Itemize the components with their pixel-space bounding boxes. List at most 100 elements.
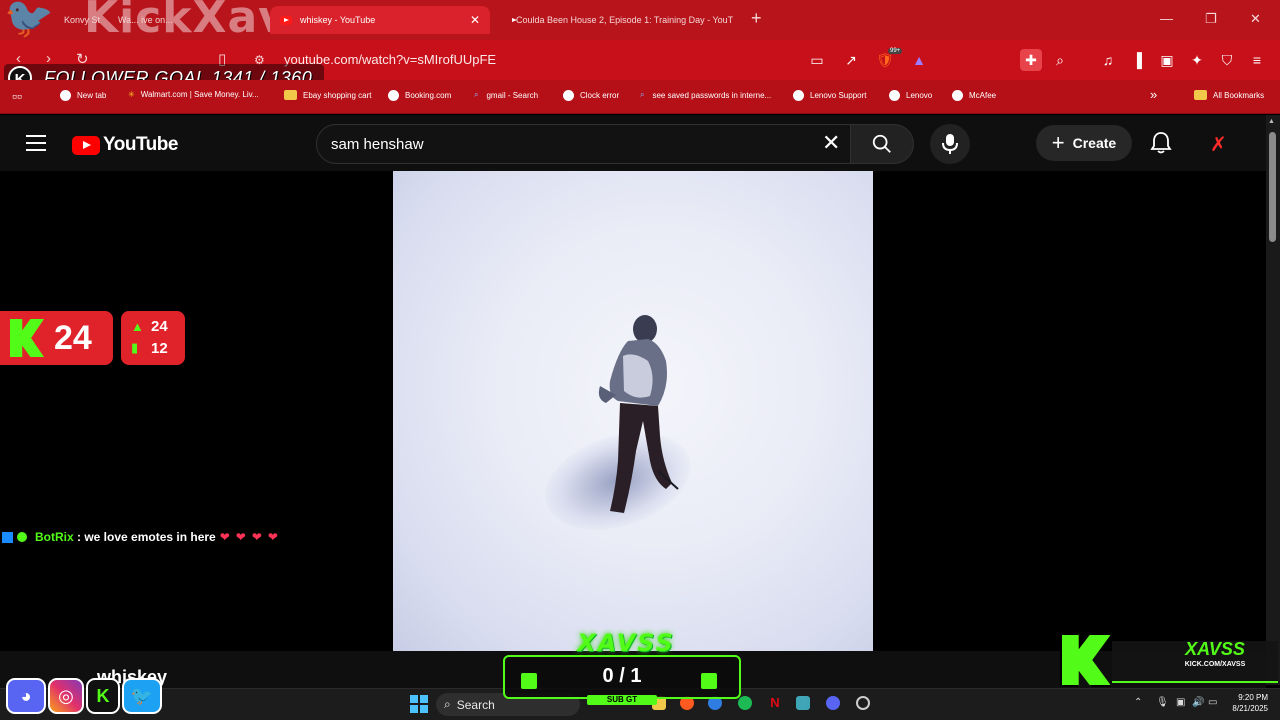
kick-social-icon: K — [86, 678, 120, 714]
tab-close-icon[interactable]: ✕ — [470, 13, 480, 27]
verified-badge-icon — [17, 532, 27, 542]
battery-icon[interactable]: ▭ — [1208, 697, 1217, 708]
bookmark-saved-passwords[interactable]: ⌕ see saved passwords in interne... — [640, 90, 771, 100]
bookmark-label: Lenovo Support — [810, 91, 867, 100]
folder-icon — [1194, 90, 1207, 100]
gift-icon — [701, 673, 717, 689]
share-icon[interactable]: ↗ — [842, 51, 860, 69]
bookmark-label: Clock error — [580, 91, 620, 100]
youtube-logo[interactable]: YouTube — [72, 134, 178, 156]
search-box — [316, 124, 851, 164]
scrollbar-thumb[interactable] — [1269, 132, 1276, 242]
tab-whiskey-label: whiskey - YouTube — [300, 15, 376, 25]
bookmark-label: New tab — [77, 91, 107, 100]
bookmark-lenovo-support[interactable]: Lenovo Support — [793, 90, 867, 101]
spotify-icon[interactable] — [738, 696, 752, 710]
create-button[interactable]: + Create — [1036, 125, 1132, 161]
clock-time: 9:20 PM — [1238, 693, 1268, 702]
bookmark-ebay[interactable]: Ebay shopping cart — [284, 90, 372, 100]
search-input[interactable] — [331, 133, 811, 155]
bookmark-booking[interactable]: Booking.com — [388, 90, 451, 101]
vpn-icon[interactable]: ⛉ — [1218, 51, 1236, 69]
taskbar-clock[interactable]: 9:20 PM 8/21/2025 — [1224, 692, 1268, 714]
search-icon: ⌕ — [640, 90, 645, 99]
bookmark-label: see saved passwords in interne... — [652, 90, 772, 100]
shield-count-badge: 99+ — [888, 48, 903, 54]
bookmark-mcafee[interactable]: McAfee — [952, 90, 996, 101]
bot-badge-icon — [2, 531, 13, 543]
rewards-icon[interactable]: ▲ — [910, 51, 928, 69]
youtube-play-icon — [72, 135, 100, 155]
youtube-favicon-icon — [280, 15, 292, 25]
bookmark-label: Booking.com — [405, 91, 452, 100]
tray-overflow-icon[interactable]: ⌃ — [1134, 697, 1142, 708]
network-icon[interactable]: ▣ — [1176, 697, 1185, 708]
wallet-icon[interactable]: ▣ — [1158, 51, 1176, 69]
microphone-icon — [942, 134, 958, 154]
all-bookmarks-button[interactable]: All Bookmarks — [1194, 90, 1264, 100]
netflix-icon[interactable]: N — [768, 696, 782, 710]
scroll-up-arrow-icon[interactable]: ▲ — [1268, 118, 1275, 125]
microphone-tray-icon[interactable]: 🎙 — [1156, 697, 1169, 708]
followers-up-icon: ▲ — [131, 318, 144, 334]
chat-separator: : — [73, 530, 85, 544]
create-label: Create — [1072, 135, 1117, 151]
more-bookmarks-button[interactable]: » — [1150, 87, 1157, 102]
bookmark-gmail-search[interactable]: ⌕ gmail - Search — [474, 90, 538, 100]
tab-whiskey[interactable]: whiskey - YouTube ✕ — [270, 6, 490, 34]
folder-icon — [284, 90, 297, 100]
walmart-spark-icon: ✳ — [128, 90, 135, 99]
followers-stat: 24 — [151, 317, 168, 335]
channel-name: XAVSS — [1185, 639, 1245, 659]
search-button[interactable] — [851, 124, 914, 164]
heart-emotes: ❤❤❤❤ — [219, 530, 284, 544]
bookmark-clock-error[interactable]: Clock error — [563, 90, 619, 101]
tab-coulda-been-house[interactable]: Coulda Been House 2, Episode 1: Training… — [498, 6, 733, 34]
bookmark-lenovo[interactable]: Lenovo — [889, 90, 932, 101]
voice-search-button[interactable] — [930, 124, 970, 164]
globe-icon — [793, 90, 804, 101]
search-icon — [872, 134, 891, 153]
globe-icon — [889, 90, 900, 101]
channel-card-overlay: XAVSS KICK.COM/XAVSS — [1060, 633, 1278, 687]
sidebar-icon[interactable]: ▐ — [1128, 51, 1146, 69]
apps-grid-icon[interactable]: ▫▫ — [12, 88, 22, 104]
leo-ai-icon[interactable]: ✦ — [1188, 51, 1206, 69]
close-window-icon[interactable]: ✕ — [1250, 11, 1261, 27]
discord-social-icon: ◕ — [6, 678, 46, 714]
guide-menu-icon[interactable] — [26, 135, 46, 151]
volume-icon[interactable]: 🔊 — [1192, 697, 1204, 708]
video-player[interactable] — [393, 171, 873, 651]
bookmark-label: Lenovo — [906, 91, 933, 100]
minimize-icon[interactable]: — — [1160, 11, 1173, 26]
twitter-social-icon: 🐦 — [122, 678, 162, 714]
bookmark-label: Ebay shopping cart — [303, 90, 372, 100]
notifications-button[interactable] — [1150, 131, 1172, 155]
media-icon[interactable]: ♫ — [1099, 51, 1117, 69]
menu-icon[interactable]: ≡ — [1248, 51, 1266, 69]
viewer-count: 24 — [54, 318, 92, 357]
sub-goal-widget: XAVSS 0 / 1 SUB GT — [503, 629, 741, 705]
kick-logo-icon — [1060, 633, 1112, 687]
search-icon: ⌕ — [444, 697, 451, 711]
clear-search-icon[interactable]: ✕ — [822, 130, 840, 156]
new-tab-button[interactable]: + — [751, 8, 762, 29]
obs-icon[interactable] — [856, 696, 870, 710]
globe-icon — [388, 90, 399, 101]
restore-icon[interactable]: ❐ — [1205, 11, 1217, 27]
discord-taskbar-icon[interactable] — [826, 696, 840, 710]
search-tabs-icon[interactable]: ⌕ — [1051, 51, 1069, 69]
windows-start-icon[interactable] — [410, 695, 428, 713]
bookmark-new-tab[interactable]: New tab — [60, 90, 106, 101]
tab-1[interactable]: Konvy St... — [10, 6, 100, 34]
sub-goal-brand: XAVSS — [577, 629, 675, 657]
photos-icon[interactable] — [796, 696, 810, 710]
bar-chart-icon: ▮ — [131, 340, 139, 355]
extensions-icon[interactable]: ✚ — [1020, 49, 1042, 71]
tab-2[interactable]: Wa... ive on... — [100, 6, 270, 34]
bookmark-walmart[interactable]: ✳ Walmart.com | Save Money. Liv... — [128, 90, 259, 99]
account-avatar[interactable]: ✗ — [1210, 132, 1227, 157]
cast-icon[interactable]: ▭ — [808, 51, 826, 69]
plus-icon: + — [1051, 130, 1065, 155]
globe-icon — [563, 90, 574, 101]
